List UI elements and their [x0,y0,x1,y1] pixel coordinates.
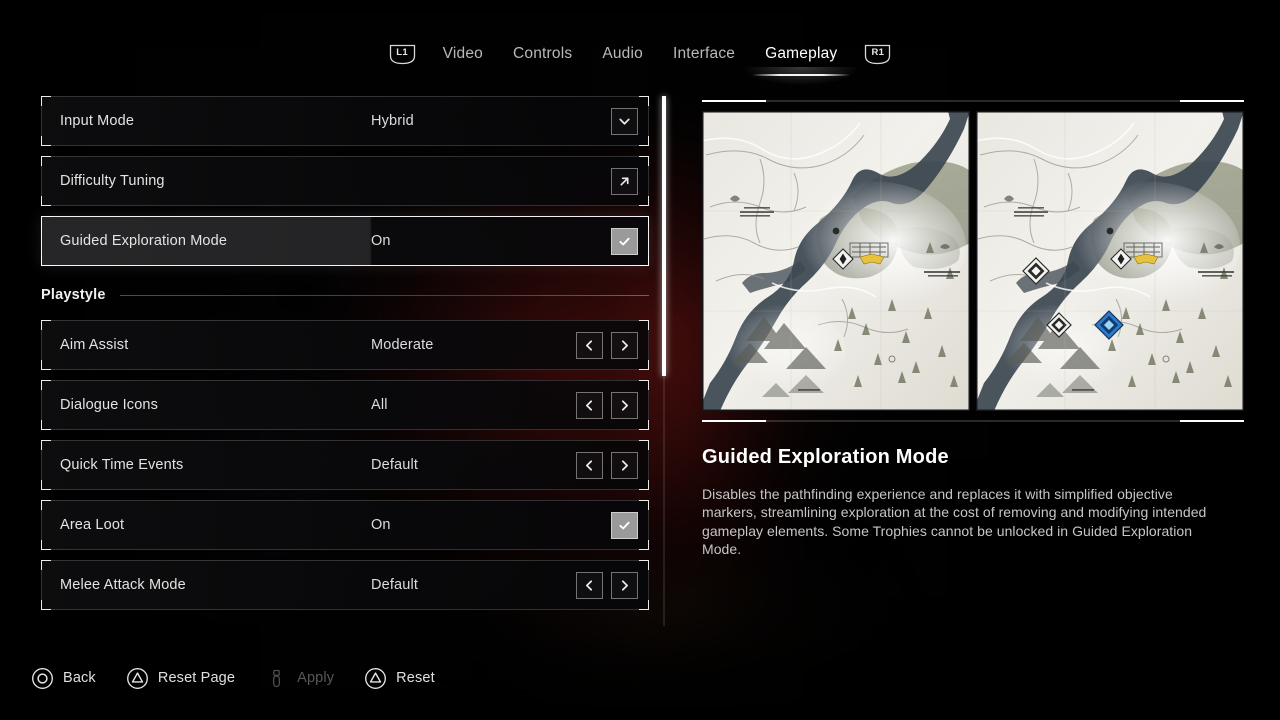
stepper-next-icon[interactable] [611,451,638,479]
stepper-prev-icon[interactable] [576,331,603,359]
setting-control [611,511,649,539]
circle-button-icon [32,667,53,689]
settings-list: Input Mode Hybrid Difficulty Tuning Guid… [41,96,649,636]
setting-label: Quick Time Events [60,457,184,473]
setting-row-guided-exploration-mode[interactable]: Guided Exploration Mode On [41,216,649,266]
setting-preview-panel: Guided Exploration Mode Disables the pat… [702,100,1244,559]
footer-button-label: Apply [297,670,335,686]
stepper-prev-icon[interactable] [576,571,603,599]
stepper-next-icon[interactable] [611,571,638,599]
setting-row-difficulty-tuning[interactable]: Difficulty Tuning [41,156,649,206]
setting-value: Moderate [371,337,434,353]
tab-audio[interactable]: Audio [587,43,658,65]
tab-controls[interactable]: Controls [498,43,587,65]
footer-button-label: Reset [396,670,435,686]
stepper-prev-icon[interactable] [576,451,603,479]
preview-description: Disables the pathfinding experience and … [702,486,1207,558]
checkbox-checked-icon[interactable] [611,227,638,255]
footer-button-apply: Apply [265,667,334,690]
setting-label: Melee Attack Mode [60,577,186,593]
setting-value: Hybrid [371,113,414,129]
key-button-icon [273,669,281,687]
stepper-prev-icon[interactable] [576,391,603,419]
setting-row-melee-attack-mode[interactable]: Melee Attack Mode Default [41,560,649,610]
tab-interface[interactable]: Interface [658,43,750,65]
setting-value: All [371,397,388,413]
setting-value: Default [371,577,418,593]
section-header-playstyle: Playstyle [41,278,649,312]
map-preview-on [976,111,1244,411]
r1-bumper-icon[interactable]: R1 [864,44,891,65]
preview-title: Guided Exploration Mode [702,446,949,468]
setting-control [611,167,649,195]
preview-accent-line-top [702,100,1244,102]
l1-bumper-icon[interactable]: L1 [389,44,416,65]
settings-tab-bar: L1 Video Controls Audio Interface Gamepl… [0,36,1280,85]
setting-control [576,451,649,479]
setting-control [576,331,649,359]
map-preview-off [702,111,970,411]
arrow-up-right-icon[interactable] [611,167,638,195]
footer-button-back[interactable]: Back [31,667,96,690]
tab-video[interactable]: Video [428,43,498,65]
setting-row-area-loot[interactable]: Area Loot On [41,500,649,550]
triangle-button-icon [365,667,387,689]
setting-value: Default [371,457,418,473]
settings-screen: L1 Video Controls Audio Interface Gamepl… [0,0,1280,720]
footer-button-reset-page[interactable]: Reset Page [126,667,235,690]
settings-scrollbar-track[interactable] [662,96,666,626]
preview-accent-line-bottom [702,420,1244,422]
setting-label: Input Mode [60,113,135,129]
chevron-down-icon[interactable] [611,107,638,135]
setting-control [576,571,649,599]
setting-control [611,227,649,255]
footer-button-label: Back [63,670,96,686]
footer-button-bar: Back Reset Page Apply Reset [31,663,465,693]
setting-label: Guided Exploration Mode [60,233,228,249]
setting-label: Difficulty Tuning [60,173,165,189]
setting-control [576,391,649,419]
preview-images [702,111,1244,411]
setting-row-quick-time-events[interactable]: Quick Time Events Default [41,440,649,490]
l1-bumper-label: L1 [396,47,408,59]
checkbox-checked-icon[interactable] [611,511,638,539]
stepper-next-icon[interactable] [611,331,638,359]
setting-label: Dialogue Icons [60,397,159,413]
setting-control [611,107,649,135]
tab-gameplay[interactable]: Gameplay [744,43,859,85]
footer-button-reset[interactable]: Reset [364,667,435,690]
section-divider [119,294,649,296]
triangle-button-icon [126,667,148,689]
setting-value: On [371,233,391,249]
setting-label: Aim Assist [60,337,129,353]
setting-row-aim-assist[interactable]: Aim Assist Moderate [41,320,649,370]
setting-row-dialogue-icons[interactable]: Dialogue Icons All [41,380,649,430]
setting-label: Area Loot [60,517,125,533]
r1-bumper-label: R1 [871,47,885,59]
stepper-next-icon[interactable] [611,391,638,419]
setting-row-input-mode[interactable]: Input Mode Hybrid [41,96,649,146]
section-title: Playstyle [41,287,106,303]
footer-button-label: Reset Page [157,670,236,686]
setting-value: On [371,517,391,533]
settings-scrollbar-thumb[interactable] [662,96,666,376]
